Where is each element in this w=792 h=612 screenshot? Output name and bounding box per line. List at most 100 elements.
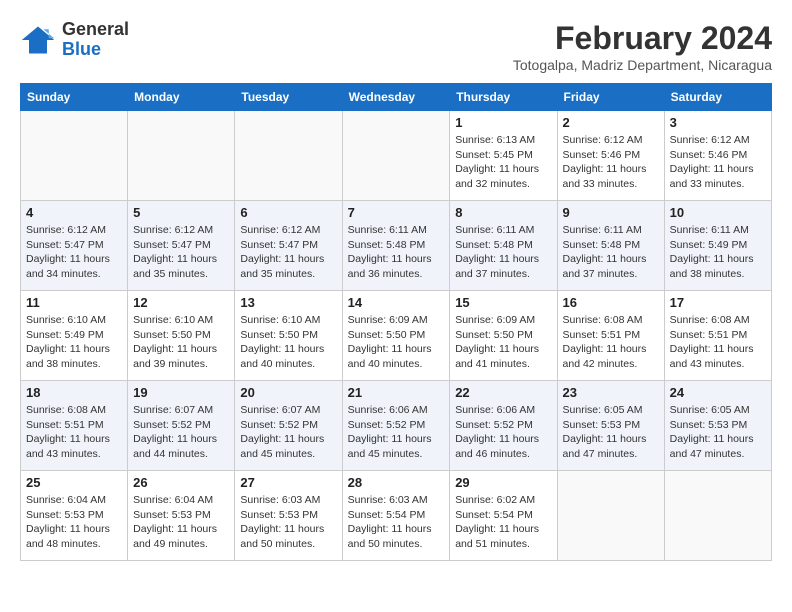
table-row: 20Sunrise: 6:07 AMSunset: 5:52 PMDayligh…: [235, 381, 342, 471]
table-row: 19 Sunrise: 6:07 AMSunset: 5:52 PMDayligh…: [128, 381, 235, 471]
day-number: 26: [133, 475, 229, 490]
day-number: 21: [348, 385, 445, 400]
table-row: 27 Sunrise: 6:03 AMSunset: 5:53 PMDayligh…: [235, 471, 342, 561]
day-number: 9: [563, 205, 659, 220]
table-row: 6 Sunrise: 6:12 AMSunset: 5:47 PMDaylight…: [235, 201, 342, 291]
table-row: 22 Sunrise: 6:06 AMSunset: 5:52 PMDayligh…: [450, 381, 557, 471]
table-row: 28Sunrise: 6:03 AMSunset: 5:54 PMDayligh…: [342, 471, 450, 561]
calendar-week-row: 18 Sunrise: 6:08 AMSunset: 5:51 PMDayligh…: [21, 381, 772, 471]
table-row: 21 Sunrise: 6:06 AMSunset: 5:52 PMDayligh…: [342, 381, 450, 471]
calendar-week-row: 1 Sunrise: 6:13 AMSunset: 5:45 PMDaylight…: [21, 111, 772, 201]
logo-icon: [20, 22, 56, 58]
day-info: Sunrise: 6:10 AMSunset: 5:49 PMDaylight:…: [26, 313, 122, 372]
day-info: Sunrise: 6:07 AMSunset: 5:52 PMDaylight:…: [133, 403, 229, 462]
table-row: 9 Sunrise: 6:11 AMSunset: 5:48 PMDaylight…: [557, 201, 664, 291]
day-info: Sunrise: 6:10 AMSunset: 5:50 PMDaylight:…: [133, 313, 229, 372]
header-saturday: Saturday: [664, 84, 771, 111]
day-info: Sunrise: 6:11 AMSunset: 5:48 PMDaylight:…: [563, 223, 659, 282]
day-info: Sunrise: 6:11 AMSunset: 5:48 PMDaylight:…: [455, 223, 551, 282]
day-number: 23: [563, 385, 659, 400]
day-number: 19: [133, 385, 229, 400]
day-info: Sunrise: 6:12 AMSunset: 5:47 PMDaylight:…: [26, 223, 122, 282]
calendar-week-row: 25 Sunrise: 6:04 AMSunset: 5:53 PMDayligh…: [21, 471, 772, 561]
day-info: Sunrise: 6:12 AMSunset: 5:46 PMDaylight:…: [670, 133, 766, 192]
day-number: 24: [670, 385, 766, 400]
calendar-week-row: 11 Sunrise: 6:10 AMSunset: 5:49 PMDayligh…: [21, 291, 772, 381]
day-number: 16: [563, 295, 659, 310]
day-info: Sunrise: 6:12 AMSunset: 5:47 PMDaylight:…: [240, 223, 336, 282]
day-number: 29: [455, 475, 551, 490]
header-thursday: Thursday: [450, 84, 557, 111]
calendar: Sunday Monday Tuesday Wednesday Thursday…: [20, 83, 772, 561]
table-row: 16 Sunrise: 6:08 AMSunset: 5:51 PMDayligh…: [557, 291, 664, 381]
day-number: 18: [26, 385, 122, 400]
day-info: Sunrise: 6:13 AMSunset: 5:45 PMDaylight:…: [455, 133, 551, 192]
day-info: Sunrise: 6:07 AMSunset: 5:52 PMDaylight:…: [240, 403, 336, 462]
table-row: 1 Sunrise: 6:13 AMSunset: 5:45 PMDaylight…: [450, 111, 557, 201]
day-number: 27: [240, 475, 336, 490]
table-row: 10Sunrise: 6:11 AMSunset: 5:49 PMDayligh…: [664, 201, 771, 291]
table-row: 17 Sunrise: 6:08 AMSunset: 5:51 PMDayligh…: [664, 291, 771, 381]
table-row: 2 Sunrise: 6:12 AMSunset: 5:46 PMDaylight…: [557, 111, 664, 201]
table-row: 7Sunrise: 6:11 AMSunset: 5:48 PMDaylight…: [342, 201, 450, 291]
day-info: Sunrise: 6:10 AMSunset: 5:50 PMDaylight:…: [240, 313, 336, 372]
day-number: 22: [455, 385, 551, 400]
table-row: [557, 471, 664, 561]
table-row: [235, 111, 342, 201]
table-row: 14 Sunrise: 6:09 AMSunset: 5:50 PMDayligh…: [342, 291, 450, 381]
header-tuesday: Tuesday: [235, 84, 342, 111]
day-info: Sunrise: 6:03 AMSunset: 5:53 PMDaylight:…: [240, 493, 336, 552]
day-info: Sunrise: 6:12 AMSunset: 5:47 PMDaylight:…: [133, 223, 229, 282]
table-row: [664, 471, 771, 561]
table-row: 24 Sunrise: 6:05 AMSunset: 5:53 PMDayligh…: [664, 381, 771, 471]
table-row: 26Sunrise: 6:04 AMSunset: 5:53 PMDayligh…: [128, 471, 235, 561]
table-row: 13 Sunrise: 6:10 AMSunset: 5:50 PMDayligh…: [235, 291, 342, 381]
day-number: 11: [26, 295, 122, 310]
table-row: 23 Sunrise: 6:05 AMSunset: 5:53 PMDayligh…: [557, 381, 664, 471]
table-row: 4 Sunrise: 6:12 AMSunset: 5:47 PMDaylight…: [21, 201, 128, 291]
day-info: Sunrise: 6:08 AMSunset: 5:51 PMDaylight:…: [26, 403, 122, 462]
day-info: Sunrise: 6:06 AMSunset: 5:52 PMDaylight:…: [348, 403, 445, 462]
table-row: 18 Sunrise: 6:08 AMSunset: 5:51 PMDayligh…: [21, 381, 128, 471]
day-info: Sunrise: 6:08 AMSunset: 5:51 PMDaylight:…: [670, 313, 766, 372]
day-number: 10: [670, 205, 766, 220]
day-number: 13: [240, 295, 336, 310]
month-title: February 2024: [513, 20, 772, 57]
day-info: Sunrise: 6:06 AMSunset: 5:52 PMDaylight:…: [455, 403, 551, 462]
day-number: 2: [563, 115, 659, 130]
day-info: Sunrise: 6:05 AMSunset: 5:53 PMDaylight:…: [670, 403, 766, 462]
day-number: 8: [455, 205, 551, 220]
day-number: 5: [133, 205, 229, 220]
day-number: 6: [240, 205, 336, 220]
logo-general: General: [62, 20, 129, 40]
day-number: 1: [455, 115, 551, 130]
day-info: Sunrise: 6:03 AMSunset: 5:54 PMDaylight:…: [348, 493, 445, 552]
day-info: Sunrise: 6:12 AMSunset: 5:46 PMDaylight:…: [563, 133, 659, 192]
header-sunday: Sunday: [21, 84, 128, 111]
day-info: Sunrise: 6:09 AMSunset: 5:50 PMDaylight:…: [348, 313, 445, 372]
table-row: 29 Sunrise: 6:02 AMSunset: 5:54 PMDayligh…: [450, 471, 557, 561]
calendar-header-row: Sunday Monday Tuesday Wednesday Thursday…: [21, 84, 772, 111]
day-info: Sunrise: 6:09 AMSunset: 5:50 PMDaylight:…: [455, 313, 551, 372]
table-row: 8 Sunrise: 6:11 AMSunset: 5:48 PMDaylight…: [450, 201, 557, 291]
day-number: 15: [455, 295, 551, 310]
table-row: 11 Sunrise: 6:10 AMSunset: 5:49 PMDayligh…: [21, 291, 128, 381]
day-number: 4: [26, 205, 122, 220]
day-info: Sunrise: 6:02 AMSunset: 5:54 PMDaylight:…: [455, 493, 551, 552]
header-monday: Monday: [128, 84, 235, 111]
title-area: February 2024 Totogalpa, Madriz Departme…: [513, 20, 772, 73]
table-row: 5 Sunrise: 6:12 AMSunset: 5:47 PMDaylight…: [128, 201, 235, 291]
day-number: 17: [670, 295, 766, 310]
day-number: 25: [26, 475, 122, 490]
location: Totogalpa, Madriz Department, Nicaragua: [513, 57, 772, 73]
day-info: Sunrise: 6:11 AMSunset: 5:48 PMDaylight:…: [348, 223, 445, 282]
day-info: Sunrise: 6:05 AMSunset: 5:53 PMDaylight:…: [563, 403, 659, 462]
day-info: Sunrise: 6:08 AMSunset: 5:51 PMDaylight:…: [563, 313, 659, 372]
logo: General Blue: [20, 20, 129, 60]
table-row: 12Sunrise: 6:10 AMSunset: 5:50 PMDayligh…: [128, 291, 235, 381]
header-friday: Friday: [557, 84, 664, 111]
table-row: [21, 111, 128, 201]
day-info: Sunrise: 6:04 AMSunset: 5:53 PMDaylight:…: [26, 493, 122, 552]
table-row: 15 Sunrise: 6:09 AMSunset: 5:50 PMDayligh…: [450, 291, 557, 381]
day-number: 14: [348, 295, 445, 310]
